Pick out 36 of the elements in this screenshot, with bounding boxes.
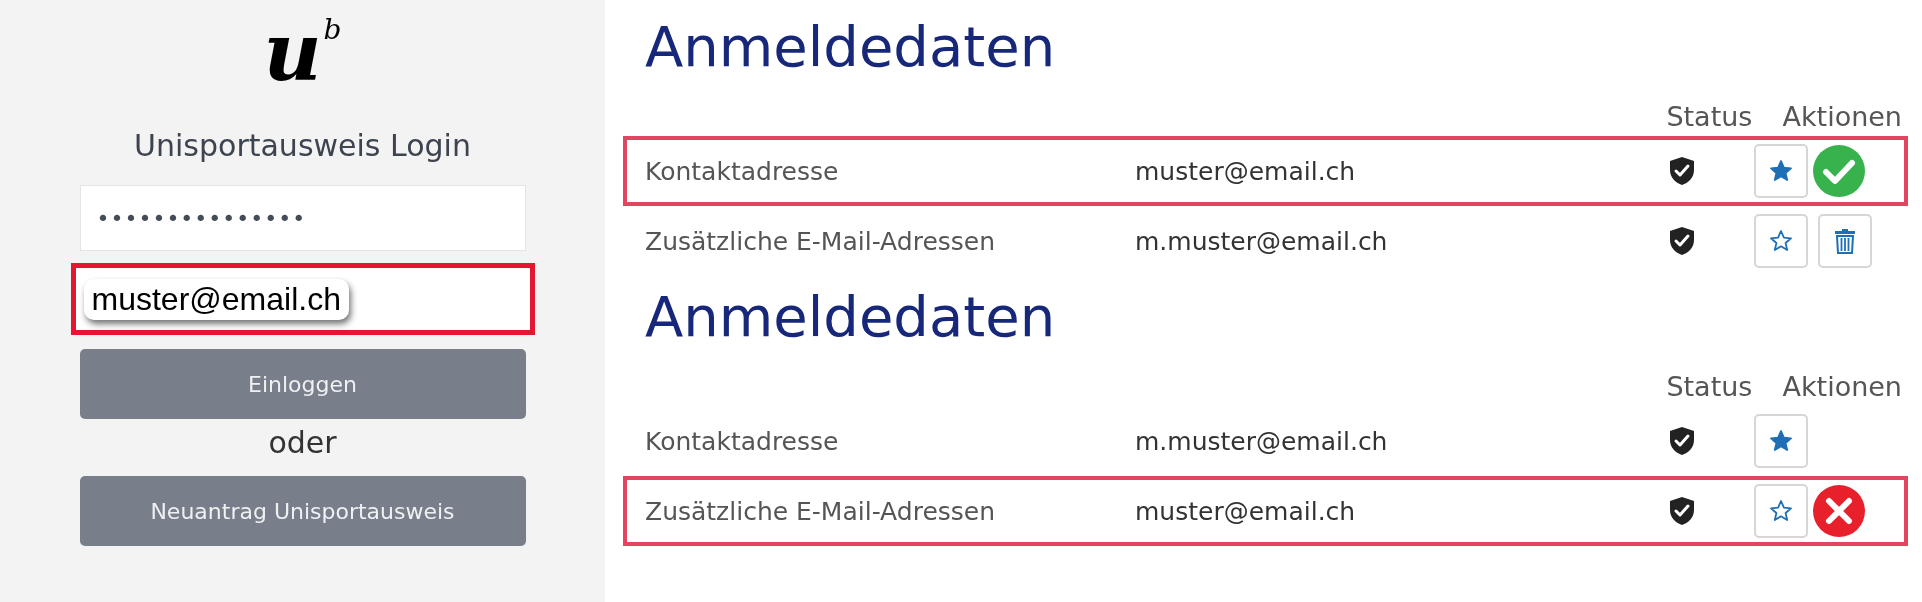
- star-outline-icon: [1769, 499, 1793, 523]
- email-text: m.muster@email.ch: [1135, 226, 1389, 256]
- password-field[interactable]: •••••••••••••••: [79, 185, 526, 251]
- trash-icon: [1834, 228, 1856, 254]
- star-outline-icon: [1769, 229, 1793, 253]
- apply-button[interactable]: Neuantrag Unisportausweis: [79, 476, 526, 546]
- email-field[interactable]: muster@email.ch: [70, 263, 535, 335]
- star-button[interactable]: [1754, 144, 1808, 198]
- star-button[interactable]: [1754, 484, 1808, 538]
- row-label: Kontaktadresse: [644, 426, 840, 456]
- shield-check-icon: [1669, 226, 1695, 256]
- email-text: muster@email.ch: [1135, 156, 1357, 186]
- row-label: Zusätzliche E-Mail-Adressen: [644, 496, 997, 526]
- error-cross-icon: [1812, 484, 1866, 538]
- shield-check-icon: [1669, 156, 1695, 186]
- shield-check-icon: [1669, 496, 1695, 526]
- filled-star-icon: [1769, 429, 1793, 453]
- section-heading: Anmeldedaten: [644, 14, 1057, 81]
- separator-text: oder: [268, 425, 337, 460]
- column-header: Aktionen: [1782, 370, 1902, 402]
- shield-check-icon: [1669, 426, 1695, 456]
- column-header: Status: [1666, 370, 1753, 402]
- delete-button[interactable]: [1818, 214, 1872, 268]
- section-heading: Anmeldedaten: [644, 284, 1057, 351]
- email-text: m.muster@email.ch: [1135, 426, 1389, 456]
- star-button[interactable]: [1754, 414, 1808, 468]
- success-check-icon: [1812, 144, 1866, 198]
- login-button[interactable]: Einloggen: [79, 349, 526, 419]
- email-text: muster@email.ch: [1135, 496, 1357, 526]
- row-label: Kontaktadresse: [644, 156, 840, 186]
- login-title: Unisportausweis Login: [134, 128, 471, 163]
- column-header: Status: [1666, 100, 1753, 132]
- star-button[interactable]: [1754, 214, 1808, 268]
- filled-star-icon: [1769, 159, 1793, 183]
- row-label: Zusätzliche E-Mail-Adressen: [644, 226, 997, 256]
- column-header: Aktionen: [1782, 100, 1902, 132]
